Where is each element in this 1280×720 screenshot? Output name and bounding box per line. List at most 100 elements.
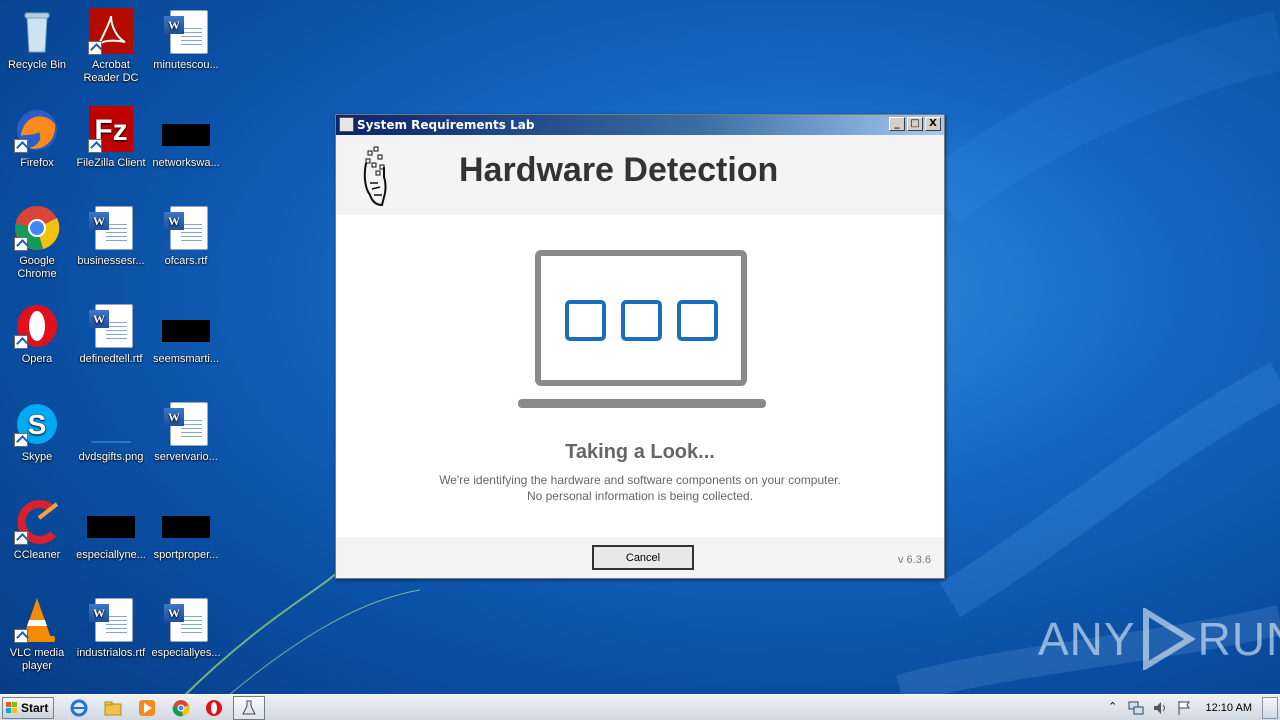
desktop-icon-definedtell[interactable]: W definedtell.rtf <box>74 302 148 366</box>
desktop-icon-google-chrome[interactable]: Google Chrome <box>0 204 74 281</box>
status-title: Taking a Look... <box>565 441 715 463</box>
window-titlebar[interactable]: System Requirements Lab _ □ X <box>336 115 944 135</box>
desktop-icon-acrobat[interactable]: Acrobat Reader DC <box>74 8 148 85</box>
desktop-icon-businessesr[interactable]: W businessesr... <box>74 204 148 268</box>
desktop-icon-minutescou[interactable]: W minutescou... <box>149 8 223 72</box>
word-document-icon: W <box>87 302 135 350</box>
desktop-icon-filezilla[interactable]: Fz FileZilla Client <box>74 106 148 170</box>
shortcut-arrow-icon <box>14 335 28 349</box>
icon-label: seemsmarti... <box>152 353 219 365</box>
start-label: Start <box>21 701 49 715</box>
opera-icon <box>13 302 61 350</box>
minimize-button[interactable]: _ <box>889 117 905 131</box>
watermark-text-right: RUN <box>1197 613 1280 665</box>
desktop-icon-vlc[interactable]: VLC media player <box>0 596 74 673</box>
icon-label: Google Chrome <box>17 255 57 280</box>
icon-label: industrialos.rtf <box>76 647 146 659</box>
cancel-button[interactable]: Cancel <box>592 545 694 570</box>
icon-label: sportproper... <box>153 549 219 561</box>
action-center-flag-icon[interactable] <box>1176 700 1192 716</box>
word-document-icon: W <box>162 596 210 644</box>
desktop-icon-opera[interactable]: Opera <box>0 302 74 366</box>
flask-icon <box>242 700 256 715</box>
icon-label: minutescou... <box>153 59 219 71</box>
chrome-taskbar-icon[interactable] <box>172 699 190 717</box>
word-document-icon: W <box>162 8 210 56</box>
desktop-icon-seemsmarti[interactable]: seemsmarti... <box>149 302 223 366</box>
windows-flag-icon <box>6 702 17 713</box>
shortcut-arrow-icon <box>14 531 28 545</box>
dialog-content: Taking a Look... We're identifying the h… <box>336 215 944 538</box>
srl-head-logo-icon <box>363 146 387 207</box>
media-player-icon[interactable] <box>138 699 156 717</box>
chrome-icon <box>13 204 61 252</box>
icon-label: Firefox <box>20 157 54 169</box>
desktop-icon-sportproper[interactable]: sportproper... <box>149 498 223 562</box>
network-icon[interactable] <box>1128 700 1144 716</box>
opera-taskbar-icon[interactable] <box>205 699 223 717</box>
image-file-icon <box>87 400 135 448</box>
filezilla-icon: Fz <box>87 106 135 154</box>
maximize-button[interactable]: □ <box>907 117 923 131</box>
icon-label: Opera <box>21 353 53 365</box>
shortcut-arrow-icon <box>14 237 28 251</box>
file-thumbnail-icon <box>162 106 210 154</box>
shortcut-arrow-icon <box>14 629 28 643</box>
desktop-icon-industrialos[interactable]: W industrialos.rtf <box>74 596 148 660</box>
icon-label: CCleaner <box>13 549 61 561</box>
file-explorer-icon[interactable] <box>104 699 122 717</box>
desktop-icon-especiallyne[interactable]: especiallyne... <box>74 498 148 562</box>
shortcut-arrow-icon <box>88 41 102 55</box>
icon-label: VLC media player <box>9 647 65 672</box>
word-document-icon: W <box>162 400 210 448</box>
file-thumbnail-icon <box>162 498 210 546</box>
desktop-icon-especiallyes[interactable]: W especiallyes... <box>149 596 223 660</box>
ccleaner-icon <box>13 498 61 546</box>
icon-label: FileZilla Client <box>76 157 146 169</box>
word-document-icon: W <box>87 204 135 252</box>
acrobat-reader-icon <box>87 8 135 56</box>
show-desktop-button[interactable] <box>1262 697 1278 719</box>
internet-explorer-icon[interactable] <box>70 699 88 717</box>
firefox-icon <box>13 106 61 154</box>
desktop-icon-skype[interactable]: S Skype <box>0 400 74 464</box>
icon-label: definedtell.rtf <box>79 353 143 365</box>
shortcut-arrow-icon <box>14 433 28 447</box>
volume-icon[interactable] <box>1152 700 1168 716</box>
icon-label: Skype <box>21 451 53 463</box>
desktop-icon-dvdsgifts[interactable]: dvdsgifts.png <box>74 400 148 464</box>
desktop-icon-servervario[interactable]: W servervario... <box>149 400 223 464</box>
show-hidden-icons-icon[interactable]: ⌃ <box>1108 700 1117 713</box>
word-document-icon: W <box>87 596 135 644</box>
shortcut-arrow-icon <box>14 139 28 153</box>
watermark-text-left: ANY <box>1038 613 1136 665</box>
system-tray: ⌃ 12:10 AM <box>1104 695 1280 720</box>
desktop-icon-recycle-bin[interactable]: Recycle Bin <box>0 8 74 72</box>
taskbar-clock[interactable]: 12:10 AM <box>1206 702 1252 714</box>
start-button[interactable]: Start <box>2 697 54 719</box>
recycle-bin-icon <box>13 8 61 56</box>
shortcut-arrow-icon <box>88 139 102 153</box>
app-icon <box>339 117 354 132</box>
window-title: System Requirements Lab <box>357 118 535 132</box>
icon-label: especiallyne... <box>76 549 146 561</box>
play-triangle-icon <box>1142 608 1196 670</box>
desktop-icon-firefox[interactable]: Firefox <box>0 106 74 170</box>
desktop-icon-networkswa[interactable]: networkswa... <box>149 106 223 170</box>
close-button[interactable]: X <box>925 117 941 131</box>
desktop-icon-ccleaner[interactable]: CCleaner <box>0 498 74 562</box>
icon-label: dvdsgifts.png <box>78 451 144 463</box>
file-thumbnail-icon <box>162 302 210 350</box>
vlc-cone-icon <box>13 596 61 644</box>
dialog-header: Hardware Detection <box>336 135 944 215</box>
icon-label: networkswa... <box>152 157 220 169</box>
skype-icon: S <box>13 400 61 448</box>
desktop-icon-ofcars[interactable]: W ofcars.rtf <box>149 204 223 268</box>
svg-text:S: S <box>28 409 47 440</box>
icon-label: servervario... <box>154 451 218 463</box>
icon-label: businessesr... <box>77 255 145 267</box>
taskbar-item-system-requirements-lab[interactable] <box>233 696 265 720</box>
icon-label: Acrobat Reader DC <box>83 59 139 84</box>
version-label: v 6.3.6 <box>897 554 931 566</box>
icon-label: ofcars.rtf <box>164 255 208 267</box>
